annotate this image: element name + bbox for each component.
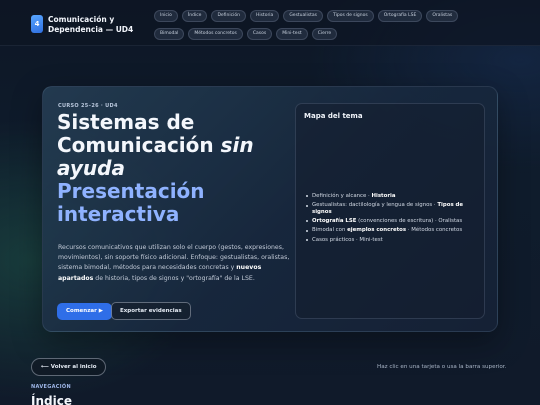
list-item: Bimodal con ejemplos concretos · Métodos… (306, 227, 480, 234)
nav-definicion[interactable]: Definición (211, 10, 246, 22)
item-text: · Métodos concretos (406, 227, 463, 234)
nav-casos[interactable]: Casos (246, 28, 273, 40)
page-title: Sistemas de Comunicación sin ayuda Presen… (57, 111, 297, 226)
brand[interactable]: 4 Comunicación y Dependencia — UD4 (31, 15, 158, 34)
nav-bimodal[interactable]: Bimodal (154, 28, 185, 40)
item-text: Gestualistas: dactilología y lengua de s… (312, 202, 438, 209)
nav-row-2: Bimodal Métodos concretos Casos Mini-tes… (154, 28, 534, 40)
title-accent: Presentación interactiva (57, 179, 205, 226)
lead-part-2: de historia, tipos de signos y "ortograf… (93, 274, 255, 282)
list-item: Definición y alcance · Historia (306, 193, 480, 200)
nav-oralistas[interactable]: Oralistas (426, 10, 459, 22)
hero-description: Recursos comunicativos que utilizan solo… (58, 243, 293, 284)
unit-badge: 4 (31, 15, 43, 33)
item-text: Bimodal con (312, 227, 348, 234)
nav-indice[interactable]: Índice (181, 10, 208, 22)
nav-row-1: Inicio Índice Definición Historia Gestua… (154, 10, 534, 22)
item-text: Casos prácticos · Mini-test (312, 236, 383, 243)
nav-metodos-concretos[interactable]: Métodos concretos (188, 28, 243, 40)
nav-historia[interactable]: Historia (249, 10, 280, 22)
export-evidence-button[interactable]: Exportar evidencias (111, 302, 191, 320)
title-plain: Sistemas de Comunicación (57, 110, 221, 157)
section-eyebrow: NAVEGACIÓN (31, 384, 71, 390)
navigation-hint: Haz clic en una tarjeta o usa la barra s… (377, 364, 507, 370)
section-title: Índice (31, 394, 72, 405)
topic-map-title: Mapa del tema (304, 112, 363, 120)
item-highlight: Ortografía LSE (312, 218, 357, 225)
back-to-start-button[interactable]: ⟵ Volver al inicio (31, 358, 107, 376)
nav-gestualistas[interactable]: Gestualistas (283, 10, 323, 22)
nav-cierre[interactable]: Cierre (311, 28, 338, 40)
list-item: Gestualistas: dactilología y lengua de s… (306, 202, 480, 215)
hero-card: CURSO 25–26 · UD4 Sistemas de Comunicaci… (42, 86, 498, 332)
start-button[interactable]: Comenzar ▶ (57, 303, 112, 320)
item-highlight: Historia (371, 193, 396, 199)
main-nav: Inicio Índice Definición Historia Gestua… (154, 10, 534, 46)
list-item: Casos prácticos · Mini-test (306, 236, 480, 244)
item-text: Definición y alcance · (312, 193, 372, 199)
nav-ortografia-lse[interactable]: Ortografía LSE (377, 10, 423, 22)
nav-tipos-de-signos[interactable]: Tipos de signos (327, 10, 374, 22)
topic-map-list: Definición y alcance · Historia Gestuali… (306, 193, 480, 246)
nav-mini-test[interactable]: Mini-test (276, 28, 308, 40)
topic-map-panel: Mapa del tema Definición y alcance · His… (295, 103, 485, 319)
item-text: (convenciones de escritura) · Oralistas (356, 218, 463, 225)
item-highlight: ejemplos concretos (347, 227, 407, 234)
brand-title: Comunicación y Dependencia — UD4 (48, 15, 134, 34)
list-item: Ortografía LSE (convenciones de escritur… (306, 218, 480, 225)
course-eyebrow: CURSO 25–26 · UD4 (58, 103, 118, 109)
nav-inicio[interactable]: Inicio (154, 10, 178, 22)
top-bar: 4 Comunicación y Dependencia — UD4 Inici… (0, 0, 540, 46)
